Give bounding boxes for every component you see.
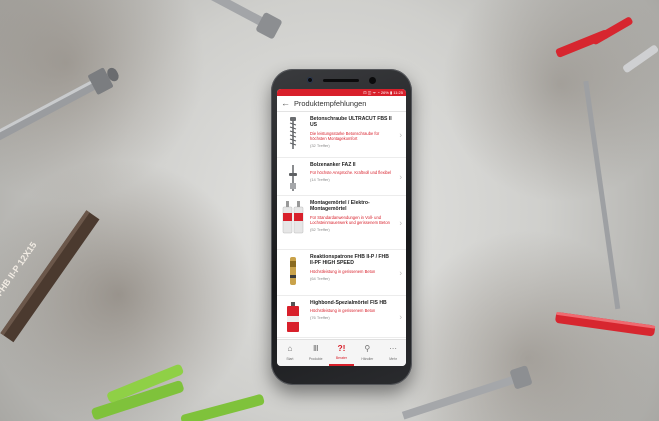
- tab-berater[interactable]: ?! Berater: [328, 340, 355, 366]
- app-screen: ⊡ ◫ ᯤ ◔ 26% ▮ 11:25 ← Produktempfehlunge…: [277, 89, 406, 366]
- bottom-tab-bar: ⌂ Start Ⅲ Produkte ?! Berater ⚲ Händler …: [277, 339, 406, 366]
- product-description: Höchstleistung in gerissenem Beton: [310, 268, 376, 274]
- tab-label: Start: [286, 357, 294, 361]
- chevron-right-icon: ›: [399, 268, 402, 277]
- red-plugs-top-right: [555, 17, 659, 73]
- advisor-icon: ?!: [337, 343, 346, 353]
- product-item-ultracut[interactable]: Betonschraube ULTRACUT FBS II US Die lei…: [277, 112, 406, 158]
- product-item-fis-hb[interactable]: Highbond-Spezialmörtel FIS HB Höchstleis…: [277, 296, 406, 338]
- concrete-screw-icon: [280, 116, 306, 152]
- product-hits: (32 Treffer): [310, 142, 330, 148]
- page-title: Produktempfehlungen: [294, 99, 367, 108]
- tab-label: Mehr: [389, 357, 397, 361]
- product-item-fhb[interactable]: Reaktionspatrone FHB II-P / FHB II-PF HI…: [277, 250, 406, 296]
- green-plugs-bottom: [91, 364, 265, 421]
- product-description: Für höchste Ansprüche. Kraftvoll und fle…: [310, 170, 392, 176]
- product-item-montagemoertel[interactable]: Montagemörtel / Elektro-Montagemörtel Fü…: [277, 196, 406, 250]
- arrow-left-icon[interactable]: ←: [281, 99, 290, 108]
- product-hits: (76 Treffer): [310, 315, 330, 321]
- product-hits: (64 Treffer): [310, 275, 330, 281]
- reaction-cartridge-icon: [280, 254, 306, 290]
- product-name: Betonschraube ULTRACUT FBS II US: [310, 116, 392, 129]
- product-description: Für Standardanwendungen in Voll- und Loc…: [310, 214, 390, 225]
- sensor-icon: [369, 77, 376, 84]
- home-icon: ⌂: [287, 344, 293, 353]
- earpiece-speaker: [323, 79, 359, 82]
- tab-produkte[interactable]: Ⅲ Produkte: [303, 340, 329, 366]
- products-icon: Ⅲ: [312, 344, 319, 353]
- chevron-right-icon: ›: [399, 312, 402, 321]
- status-bar: ⊡ ◫ ᯤ ◔ 26% ▮ 11:25: [277, 89, 406, 96]
- app-bar: ← Produktempfehlungen: [277, 96, 406, 112]
- chevron-right-icon: ›: [399, 218, 402, 227]
- injection-mortar-icon: [280, 300, 306, 336]
- tab-label: Berater: [335, 356, 348, 360]
- chevron-right-icon: ›: [399, 172, 402, 181]
- mortar-cartridge-icon: [280, 200, 306, 236]
- tab-label: Händler: [361, 357, 374, 361]
- more-icon: ···: [389, 344, 398, 353]
- threaded-rod-top-left: [0, 67, 119, 146]
- front-camera-icon: [307, 77, 313, 83]
- product-name: Highbond-Spezialmörtel FIS HB: [310, 300, 387, 306]
- bolt-anchor-icon: [280, 162, 306, 198]
- product-name: Reaktionspatrone FHB II-P / FHB II-PF HI…: [310, 254, 389, 267]
- product-list: Betonschraube ULTRACUT FBS II US Die lei…: [277, 112, 406, 340]
- tab-haendler[interactable]: ⚲ Händler: [354, 340, 380, 366]
- chevron-right-icon: ›: [399, 130, 402, 139]
- product-hits: (14 Treffer): [310, 177, 330, 183]
- product-description: Die leistungsstarke Betonschraube für hö…: [310, 130, 380, 141]
- status-bar-text: ⊡ ◫ ᯤ ◔ 26% ▮ 11:25: [363, 89, 403, 95]
- tab-mehr[interactable]: ··· Mehr: [380, 340, 406, 366]
- red-plug-bottom-right: [555, 312, 656, 337]
- smartphone: ⊡ ◫ ᯤ ◔ 26% ▮ 11:25 ← Produktempfehlunge…: [271, 69, 412, 385]
- product-description: Höchstleistung in gerissenem Beton: [310, 308, 376, 314]
- tab-label: Produkte: [308, 357, 323, 361]
- tab-start[interactable]: ⌂ Start: [277, 340, 303, 366]
- product-hits: (52 Treffer): [310, 226, 330, 232]
- threaded-rod-right: [583, 80, 621, 310]
- bolt-bottom-right: [401, 365, 532, 420]
- location-pin-icon: ⚲: [364, 344, 371, 353]
- product-item-faz[interactable]: Bolzenanker FAZ II Für höchste Ansprüche…: [277, 158, 406, 196]
- product-name: Montagemörtel / Elektro-Montagemörtel: [310, 200, 370, 213]
- product-name: Bolzenanker FAZ II: [310, 162, 356, 168]
- bolt-top-center: [200, 0, 282, 39]
